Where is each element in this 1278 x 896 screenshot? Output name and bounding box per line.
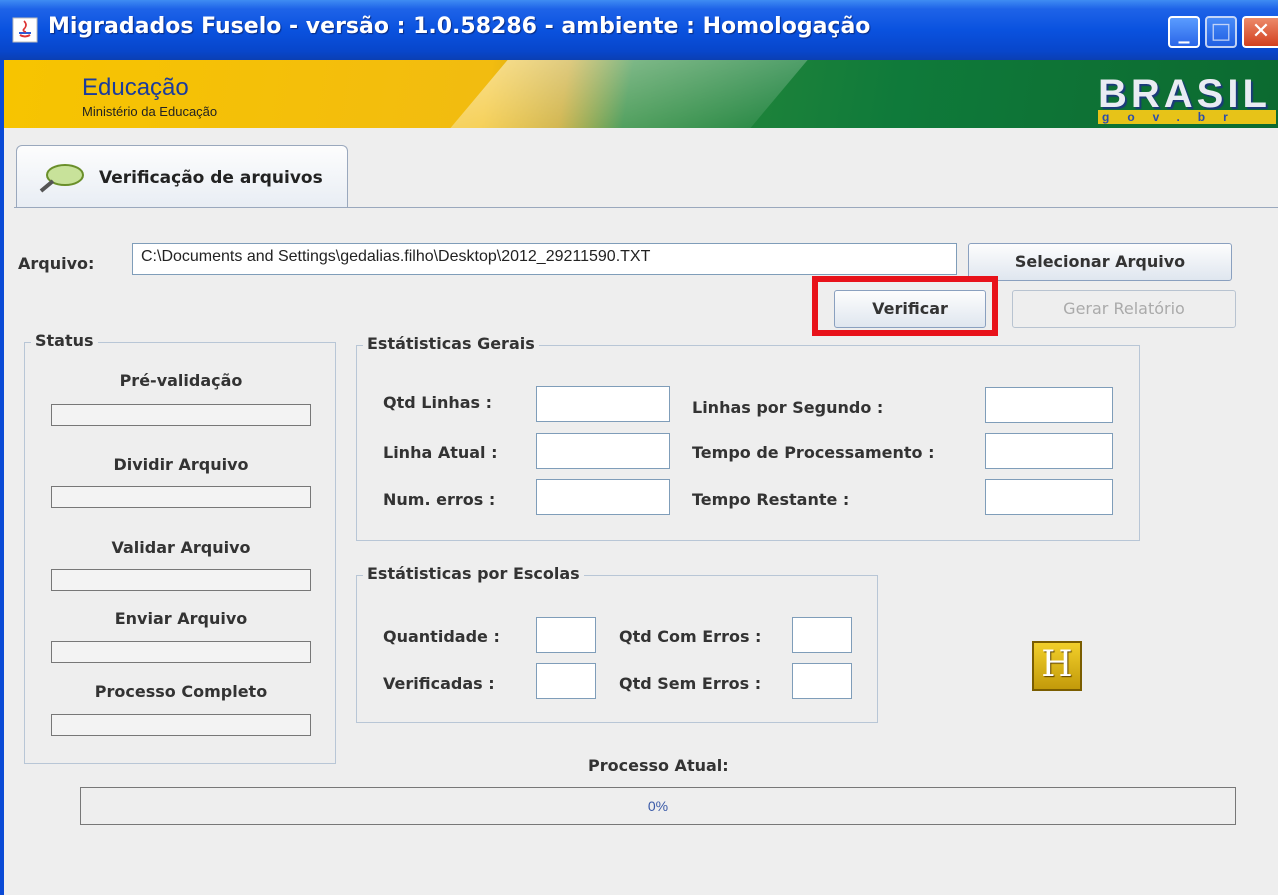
maximize-icon: □ (1210, 19, 1232, 44)
quantidade-field (536, 617, 596, 653)
qtd-linhas-label: Qtd Linhas : (383, 393, 493, 412)
gov-br-logo: gov.br (1098, 110, 1276, 124)
tempo-processamento-label: Tempo de Processamento : (692, 443, 935, 462)
step-progress-prevalidacao (51, 404, 311, 426)
school-stats-title: Estátisticas por Escolas (363, 564, 584, 583)
step-progress-validar (51, 569, 311, 591)
linhas-segundo-field (985, 387, 1113, 423)
sem-erros-label: Qtd Sem Erros : (619, 674, 762, 693)
window-title: Migradados Fuselo - versão : 1.0.58286 -… (48, 14, 871, 39)
h-logo-icon: H (1032, 641, 1082, 691)
tempo-restante-label: Tempo Restante : (692, 490, 850, 509)
linha-atual-field (536, 433, 670, 469)
close-icon: ✕ (1251, 19, 1271, 44)
java-icon (12, 17, 38, 43)
linha-atual-label: Linha Atual : (383, 443, 498, 462)
tempo-restante-field (985, 479, 1113, 515)
com-erros-label: Qtd Com Erros : (619, 627, 762, 646)
status-title: Status (31, 331, 98, 350)
status-group: Status Pré-validação Dividir Arquivo Val… (24, 331, 336, 764)
general-stats-title: Estátisticas Gerais (363, 334, 539, 353)
verificadas-field (536, 663, 596, 699)
tempo-processamento-field (985, 433, 1113, 469)
num-erros-field (536, 479, 670, 515)
quantidade-label: Quantidade : (383, 627, 500, 646)
step-progress-enviar (51, 641, 311, 663)
highlight-box (812, 276, 998, 336)
step-progress-dividir (51, 486, 311, 508)
close-button[interactable]: ✕ (1242, 16, 1278, 48)
verificadas-label: Verificadas : (383, 674, 495, 693)
application-window: Migradados Fuselo - versão : 1.0.58286 -… (0, 0, 1278, 895)
qtd-linhas-field (536, 386, 670, 422)
file-path-input[interactable]: C:\Documents and Settings\gedalias.filho… (132, 243, 957, 275)
current-process-label: Processo Atual: (588, 756, 729, 775)
title-bar[interactable]: Migradados Fuselo - versão : 1.0.58286 -… (0, 0, 1278, 60)
tab-label: Verificação de arquivos (99, 168, 323, 188)
select-file-button[interactable]: Selecionar Arquivo (968, 243, 1232, 281)
school-stats-group: Estátisticas por Escolas Quantidade : Ve… (356, 564, 878, 723)
step-label-completo: Processo Completo (94, 682, 268, 701)
com-erros-field (792, 617, 852, 653)
generate-report-button[interactable]: Gerar Relatório (1012, 290, 1236, 328)
tab-verificacao-arquivos[interactable]: Verificação de arquivos (16, 145, 348, 208)
current-process-progress: 0% (80, 787, 1236, 825)
step-label-prevalidacao: Pré-validação (119, 371, 243, 390)
file-label: Arquivo: (18, 254, 95, 273)
general-stats-group: Estátisticas Gerais Qtd Linhas : Linha A… (356, 334, 1140, 541)
magnifier-icon (39, 164, 84, 193)
step-progress-completo (51, 714, 311, 736)
sem-erros-field (792, 663, 852, 699)
banner-ministry: Ministério da Educação (82, 104, 218, 119)
step-label-enviar: Enviar Arquivo (114, 609, 248, 628)
step-label-validar: Validar Arquivo (111, 538, 251, 557)
num-erros-label: Num. erros : (383, 490, 496, 509)
maximize-button[interactable]: □ (1205, 16, 1237, 48)
minimize-icon: _ (1178, 19, 1190, 44)
minimize-button[interactable]: _ (1168, 16, 1200, 48)
banner-education: Educação (82, 74, 189, 101)
mec-banner: Educação Ministério da Educação BRASIL g… (4, 60, 1278, 128)
step-label-dividir: Dividir Arquivo (113, 455, 249, 474)
linhas-segundo-label: Linhas por Segundo : (692, 398, 884, 417)
